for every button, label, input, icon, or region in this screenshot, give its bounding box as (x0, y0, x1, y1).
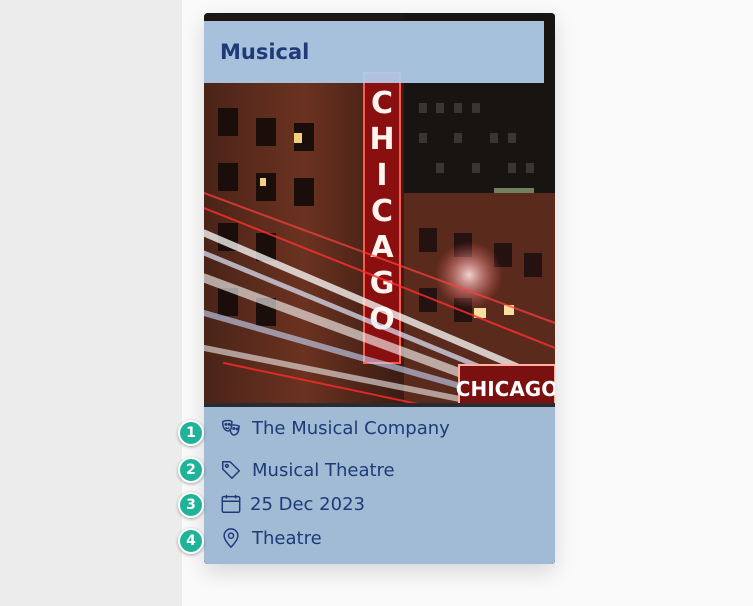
event-card[interactable]: CHICAGO CHICAGO Musical The Musical Comp… (204, 13, 555, 564)
step-badge-3: 3 (178, 492, 204, 518)
step-badge-1: 1 (178, 420, 204, 446)
detail-company-text: The Musical Company (252, 417, 450, 439)
left-panel (0, 0, 182, 606)
map-pin-icon (220, 527, 242, 549)
detail-company: The Musical Company (220, 417, 450, 439)
detail-category: Musical Theatre (220, 459, 395, 481)
title-bar: Musical (204, 21, 544, 83)
marquee-sign-text: CHICAGO (456, 377, 555, 401)
details-panel: The Musical Company Musical Theatre 25 D… (204, 407, 555, 564)
detail-category-text: Musical Theatre (252, 459, 395, 481)
detail-venue: Theatre (220, 527, 322, 549)
step-badge-4: 4 (178, 528, 204, 554)
card-title: Musical (220, 40, 310, 64)
theatre-masks-icon (220, 417, 242, 439)
detail-date-text: 25 Dec 2023 (250, 493, 365, 515)
tag-icon (220, 459, 242, 481)
calendar-icon (220, 493, 242, 515)
vertical-sign-text: CHICAGO (369, 86, 395, 337)
detail-date: 25 Dec 2023 (220, 493, 365, 515)
step-badge-2: 2 (178, 457, 204, 483)
detail-venue-text: Theatre (252, 527, 322, 549)
